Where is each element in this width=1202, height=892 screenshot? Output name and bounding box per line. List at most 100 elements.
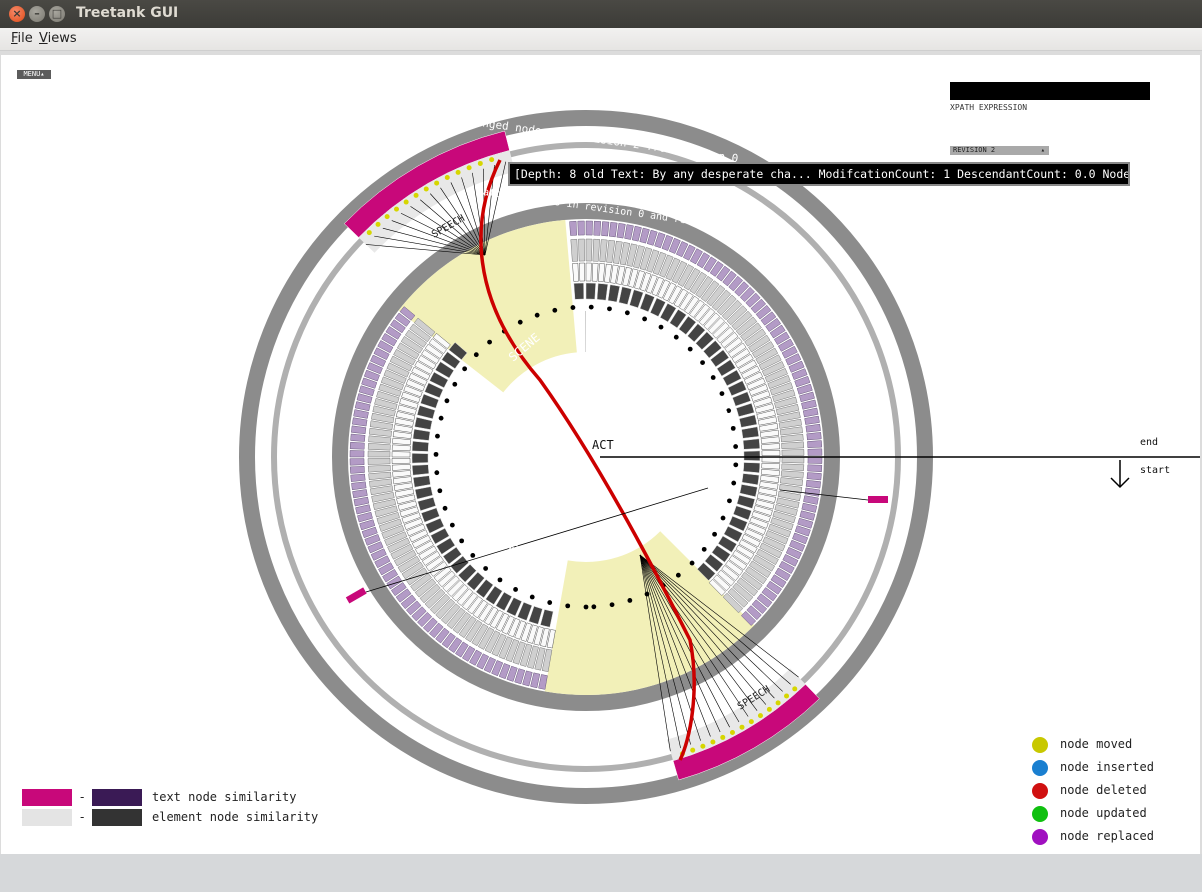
moved-node-dot[interactable] — [477, 160, 483, 166]
node-dot[interactable] — [449, 522, 455, 528]
node-segment[interactable] — [760, 429, 780, 438]
node-dot[interactable] — [433, 451, 439, 457]
node-segment[interactable] — [761, 443, 781, 450]
moved-node-dot[interactable] — [375, 221, 381, 227]
node-segment[interactable] — [585, 220, 593, 236]
node-segment[interactable] — [781, 456, 805, 464]
moved-node-dot[interactable] — [384, 214, 390, 220]
menu-button[interactable]: MENU▴ — [17, 70, 51, 79]
node-segment[interactable] — [601, 221, 610, 237]
moved-node-dot[interactable] — [489, 157, 495, 163]
node-dot[interactable] — [658, 324, 664, 330]
node-segment[interactable] — [350, 433, 366, 442]
moved-node-dot[interactable] — [413, 192, 419, 198]
node-segment[interactable] — [354, 401, 371, 412]
node-segment[interactable] — [351, 425, 367, 435]
node-segment[interactable] — [741, 426, 760, 439]
node-segment[interactable] — [618, 286, 632, 305]
moved-node-dot[interactable] — [423, 186, 429, 192]
node-segment[interactable] — [391, 457, 411, 465]
node-dot[interactable] — [517, 319, 523, 325]
node-segment[interactable] — [802, 407, 819, 418]
node-segment[interactable] — [781, 463, 805, 471]
node-segment[interactable] — [805, 479, 821, 489]
node-segment[interactable] — [349, 466, 365, 474]
node-segment[interactable] — [411, 440, 429, 452]
node-segment[interactable] — [624, 224, 634, 240]
node-segment[interactable] — [412, 428, 431, 441]
moved-node-dot[interactable] — [748, 719, 754, 725]
node-segment[interactable] — [353, 409, 369, 419]
node-segment[interactable] — [392, 431, 412, 439]
node-segment[interactable] — [807, 464, 823, 473]
node-dot[interactable] — [444, 398, 450, 404]
node-segment[interactable] — [353, 496, 370, 507]
moved-node-dot[interactable] — [784, 693, 790, 699]
revision-dropdown[interactable]: REVISION 2 ▴ — [950, 146, 1049, 155]
node-segment[interactable] — [760, 475, 780, 483]
moved-node-dot[interactable] — [792, 686, 798, 692]
node-segment[interactable] — [801, 502, 818, 513]
node-segment[interactable] — [350, 473, 366, 482]
node-segment[interactable] — [349, 441, 365, 450]
moved-node-dot[interactable] — [739, 724, 745, 730]
node-segment[interactable] — [392, 437, 412, 445]
node-segment[interactable] — [804, 415, 820, 425]
moved-node-dot[interactable] — [729, 729, 735, 735]
node-segment[interactable] — [735, 402, 755, 417]
node-dot[interactable] — [529, 594, 535, 600]
node-segment[interactable] — [599, 239, 608, 263]
moved-node-dot[interactable] — [466, 165, 472, 171]
node-segment[interactable] — [585, 238, 593, 262]
node-segment[interactable] — [416, 405, 436, 420]
node-segment[interactable] — [736, 494, 756, 509]
node-segment[interactable] — [585, 282, 596, 300]
node-segment[interactable] — [349, 458, 365, 466]
node-dot[interactable] — [483, 566, 489, 571]
node-segment[interactable] — [631, 225, 642, 242]
node-segment[interactable] — [530, 672, 541, 689]
node-dot[interactable] — [689, 560, 695, 566]
moved-node-dot[interactable] — [720, 734, 726, 740]
moved-node-dot[interactable] — [434, 180, 440, 186]
node-segment[interactable] — [616, 223, 626, 239]
node-segment[interactable] — [804, 487, 820, 497]
node-dot[interactable] — [473, 352, 479, 358]
node-dot[interactable] — [513, 587, 518, 592]
node-segment[interactable] — [569, 220, 577, 236]
node-segment[interactable] — [572, 262, 579, 282]
node-segment[interactable] — [414, 486, 433, 500]
node-segment[interactable] — [392, 476, 412, 485]
node-segment[interactable] — [570, 238, 579, 262]
moved-node-dot[interactable] — [455, 169, 461, 175]
node-segment[interactable] — [608, 222, 618, 238]
node-segment[interactable] — [781, 441, 805, 450]
node-segment[interactable] — [607, 284, 621, 303]
node-segment[interactable] — [743, 462, 761, 474]
node-segment[interactable] — [417, 497, 437, 512]
node-segment[interactable] — [578, 238, 585, 262]
node-segment[interactable] — [761, 449, 781, 457]
moved-node-dot[interactable] — [700, 743, 706, 749]
node-dot[interactable] — [583, 604, 589, 610]
node-segment[interactable] — [593, 220, 602, 236]
node-segment[interactable] — [761, 462, 781, 470]
sunburst-visualization[interactable]: changed nodes in revision 2 fromrevision… — [0, 0, 1202, 892]
node-dot[interactable] — [700, 360, 705, 366]
node-segment[interactable] — [780, 470, 804, 479]
node-segment[interactable] — [598, 263, 606, 283]
node-segment[interactable] — [761, 456, 781, 463]
node-dot[interactable] — [438, 415, 444, 421]
node-dot[interactable] — [720, 515, 726, 521]
node-dot[interactable] — [733, 462, 739, 468]
node-segment[interactable] — [540, 609, 554, 628]
moved-node-dot[interactable] — [393, 206, 399, 212]
node-segment[interactable] — [807, 448, 823, 456]
node-dot[interactable] — [437, 488, 443, 494]
node-dot[interactable] — [552, 307, 558, 313]
node-segment[interactable] — [351, 481, 367, 491]
node-segment[interactable] — [739, 414, 758, 428]
node-segment[interactable] — [806, 432, 822, 441]
node-segment[interactable] — [806, 472, 822, 481]
node-segment[interactable] — [604, 263, 612, 283]
